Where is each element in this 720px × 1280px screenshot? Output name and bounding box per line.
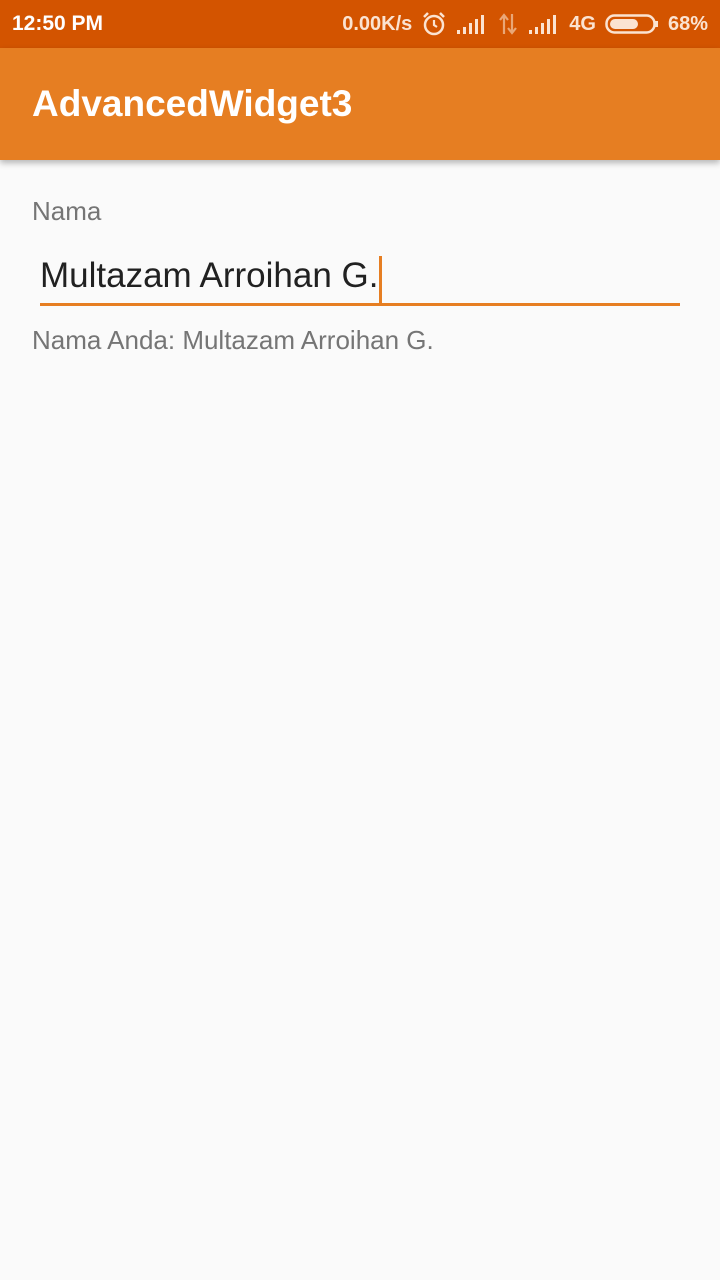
net-speed: 0.00K/s bbox=[342, 12, 413, 35]
battery-icon bbox=[605, 13, 659, 35]
network-type: 4G bbox=[569, 12, 596, 35]
signal-icon bbox=[528, 13, 560, 35]
status-bar: 12:50 PM 0.00K/s 4G 68% bbox=[0, 0, 720, 48]
signal-icon bbox=[456, 13, 488, 35]
text-cursor bbox=[379, 255, 383, 304]
name-result-text: Nama Anda: Multazam Arroihan G. bbox=[32, 325, 434, 355]
alarm-icon bbox=[421, 11, 447, 37]
name-input-value[interactable]: Multazam Arroihan G. bbox=[40, 248, 378, 304]
name-label: Nama bbox=[32, 196, 102, 226]
status-icons: 0.00K/s 4G 68% bbox=[342, 0, 708, 48]
name-input[interactable]: Multazam Arroihan G. bbox=[40, 248, 680, 306]
battery-percent: 68% bbox=[667, 12, 708, 35]
app-bar: AdvancedWidget3 bbox=[0, 48, 720, 160]
status-time: 12:50 PM bbox=[12, 12, 104, 35]
app-title: AdvancedWidget3 bbox=[32, 83, 353, 124]
data-arrows-icon bbox=[497, 12, 519, 36]
